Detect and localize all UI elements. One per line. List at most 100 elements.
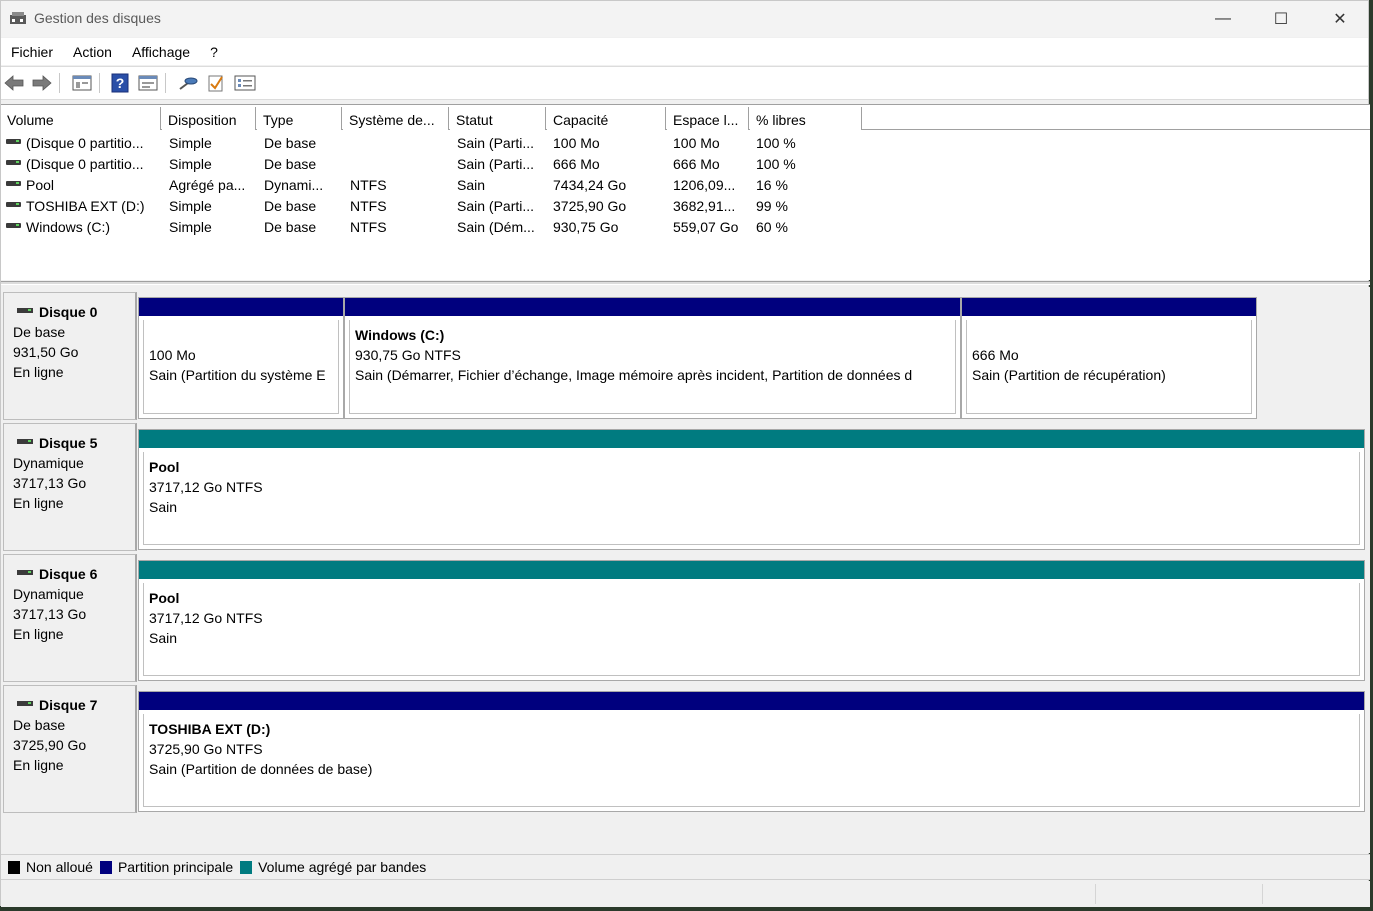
cell-volume: TOSHIBA EXT (D:) bbox=[26, 198, 145, 214]
cell-free-space: 559,07 Go bbox=[673, 219, 739, 235]
cell-capacity: 3725,90 Go bbox=[553, 198, 627, 214]
disk-icon bbox=[17, 570, 33, 575]
cell-percent-free: 16 % bbox=[756, 177, 788, 193]
table-row[interactable]: TOSHIBA EXT (D:) Simple De base NTFS Sai… bbox=[1, 195, 1370, 216]
menu-help[interactable]: ? bbox=[202, 44, 226, 60]
disk-size: 931,50 Go bbox=[13, 344, 79, 360]
column-header-filesystem[interactable]: Système de... bbox=[343, 107, 449, 130]
legend-label: Non alloué bbox=[26, 859, 93, 875]
partition-color-bar bbox=[139, 298, 343, 316]
table-row[interactable]: Windows (C:) Simple De base NTFS Sain (D… bbox=[1, 216, 1370, 237]
partition-color-bar bbox=[345, 298, 960, 316]
disk-label-disque-0[interactable]: Disque 0 De base 931,50 Go En ligne bbox=[3, 292, 137, 420]
partition-size: 3717,12 Go NTFS bbox=[149, 479, 263, 495]
volume-icon bbox=[6, 160, 21, 165]
partition-pool-disque-5[interactable]: Pool 3717,12 Go NTFS Sain bbox=[138, 429, 1365, 550]
partition-windows-c[interactable]: Windows (C:) 930,75 Go NTFS Sain (Démarr… bbox=[344, 297, 961, 419]
disk-icon bbox=[17, 308, 33, 313]
cell-percent-free: 99 % bbox=[756, 198, 788, 214]
volume-icon bbox=[6, 139, 21, 144]
column-header-capacity[interactable]: Capacité bbox=[547, 107, 666, 130]
partition-title bbox=[149, 325, 338, 345]
column-header-disposition[interactable]: Disposition bbox=[162, 107, 256, 130]
partition-size: 3725,90 Go NTFS bbox=[149, 741, 263, 757]
cell-type: De base bbox=[264, 135, 317, 151]
toolbar-separator bbox=[165, 73, 166, 93]
cell-disposition: Simple bbox=[169, 156, 212, 172]
toolbar-separator bbox=[59, 73, 60, 93]
disk-label-disque-5[interactable]: Disque 5 Dynamique 3717,13 Go En ligne bbox=[3, 423, 137, 551]
disk-icon bbox=[17, 701, 33, 706]
legend-item-primary-partition: Partition principale bbox=[99, 859, 234, 875]
disk-status: En ligne bbox=[13, 757, 64, 773]
maximize-button[interactable]: ☐ bbox=[1252, 1, 1310, 37]
svg-text:?: ? bbox=[116, 75, 125, 91]
cell-volume: (Disque 0 partitio... bbox=[26, 135, 144, 151]
column-header-free-space[interactable]: Espace l... bbox=[667, 107, 749, 130]
status-bar bbox=[1, 881, 1370, 907]
disk-type: De base bbox=[13, 717, 66, 733]
disk-type: De base bbox=[13, 324, 66, 340]
menu-action[interactable]: Action bbox=[65, 44, 120, 60]
partition-size: 3717,12 Go NTFS bbox=[149, 610, 263, 626]
back-icon[interactable] bbox=[3, 72, 25, 94]
legend-swatch bbox=[240, 860, 253, 874]
connect-icon[interactable] bbox=[177, 72, 199, 94]
view-icon[interactable] bbox=[137, 72, 159, 94]
cell-percent-free: 100 % bbox=[756, 135, 796, 151]
cell-type: De base bbox=[264, 219, 317, 235]
check-icon[interactable] bbox=[205, 72, 227, 94]
disk-size: 3717,13 Go bbox=[13, 475, 87, 491]
disk-size: 3717,13 Go bbox=[13, 606, 87, 622]
partition-title bbox=[972, 325, 1251, 345]
cell-capacity: 666 Mo bbox=[553, 156, 600, 172]
cell-status: Sain (Parti... bbox=[457, 198, 535, 214]
partition-pool-disque-6[interactable]: Pool 3717,12 Go NTFS Sain bbox=[138, 560, 1365, 681]
disk-label-disque-7[interactable]: Disque 7 De base 3725,90 Go En ligne bbox=[3, 685, 137, 813]
table-row[interactable]: (Disque 0 partitio... Simple De base Sai… bbox=[1, 153, 1370, 174]
legend-label: Partition principale bbox=[117, 859, 234, 875]
volume-icon bbox=[6, 223, 21, 228]
partition-details: Windows (C:) 930,75 Go NTFS Sain (Démarr… bbox=[349, 320, 956, 414]
cell-disposition: Simple bbox=[169, 219, 212, 235]
partition-details: 100 Mo Sain (Partition du système E bbox=[143, 320, 339, 414]
cell-type: De base bbox=[264, 198, 317, 214]
cell-volume: Pool bbox=[26, 177, 55, 193]
cell-status: Sain (Parti... bbox=[457, 156, 535, 172]
help-icon[interactable]: ? bbox=[109, 72, 131, 94]
disk-graphical-view: Disque 0 De base 931,50 Go En ligne 100 … bbox=[1, 287, 1370, 853]
properties-icon[interactable] bbox=[71, 72, 93, 94]
legend-item-unallocated: Non alloué bbox=[8, 859, 93, 875]
menu-fichier[interactable]: Fichier bbox=[3, 44, 61, 60]
cell-status: Sain (Parti... bbox=[457, 135, 535, 151]
menu-affichage[interactable]: Affichage bbox=[124, 44, 198, 60]
close-button[interactable]: ✕ bbox=[1311, 1, 1369, 37]
column-header-percent-free[interactable]: % libres bbox=[750, 107, 862, 130]
window-title: Gestion des disques bbox=[34, 10, 161, 26]
disk-name: Disque 6 bbox=[39, 566, 98, 582]
column-header-volume[interactable]: Volume bbox=[1, 107, 161, 130]
volume-list[interactable]: Volume Disposition Type Système de... St… bbox=[1, 104, 1370, 280]
partition-system-efi[interactable]: 100 Mo Sain (Partition du système E bbox=[138, 297, 344, 419]
column-header-status[interactable]: Statut bbox=[450, 107, 546, 130]
cell-free-space: 100 Mo bbox=[673, 135, 720, 151]
table-row[interactable]: Pool Agrégé pa... Dynami... NTFS Sain 74… bbox=[1, 174, 1370, 195]
partition-toshiba-d[interactable]: TOSHIBA EXT (D:) 3725,90 Go NTFS Sain (P… bbox=[138, 691, 1365, 812]
cell-percent-free: 60 % bbox=[756, 219, 788, 235]
cell-status: Sain (Dém... bbox=[457, 219, 535, 235]
partition-title: Pool bbox=[149, 590, 180, 606]
cell-volume: (Disque 0 partitio... bbox=[26, 156, 144, 172]
volume-list-header: Volume Disposition Type Système de... St… bbox=[1, 107, 1370, 130]
column-header-type[interactable]: Type bbox=[257, 107, 342, 130]
disk-label-disque-6[interactable]: Disque 6 Dynamique 3717,13 Go En ligne bbox=[3, 554, 137, 682]
table-row[interactable]: (Disque 0 partitio... Simple De base Sai… bbox=[1, 132, 1370, 153]
settings-icon[interactable] bbox=[234, 72, 256, 94]
pane-splitter[interactable] bbox=[1, 281, 1370, 285]
forward-icon[interactable] bbox=[31, 72, 53, 94]
disk-type: Dynamique bbox=[13, 455, 84, 471]
cell-filesystem: NTFS bbox=[350, 198, 387, 214]
partition-recovery[interactable]: 666 Mo Sain (Partition de récupération) bbox=[961, 297, 1257, 419]
minimize-button[interactable]: — bbox=[1194, 1, 1252, 37]
status-bar-divider bbox=[1262, 884, 1263, 904]
toolbar: ? bbox=[1, 66, 1368, 100]
